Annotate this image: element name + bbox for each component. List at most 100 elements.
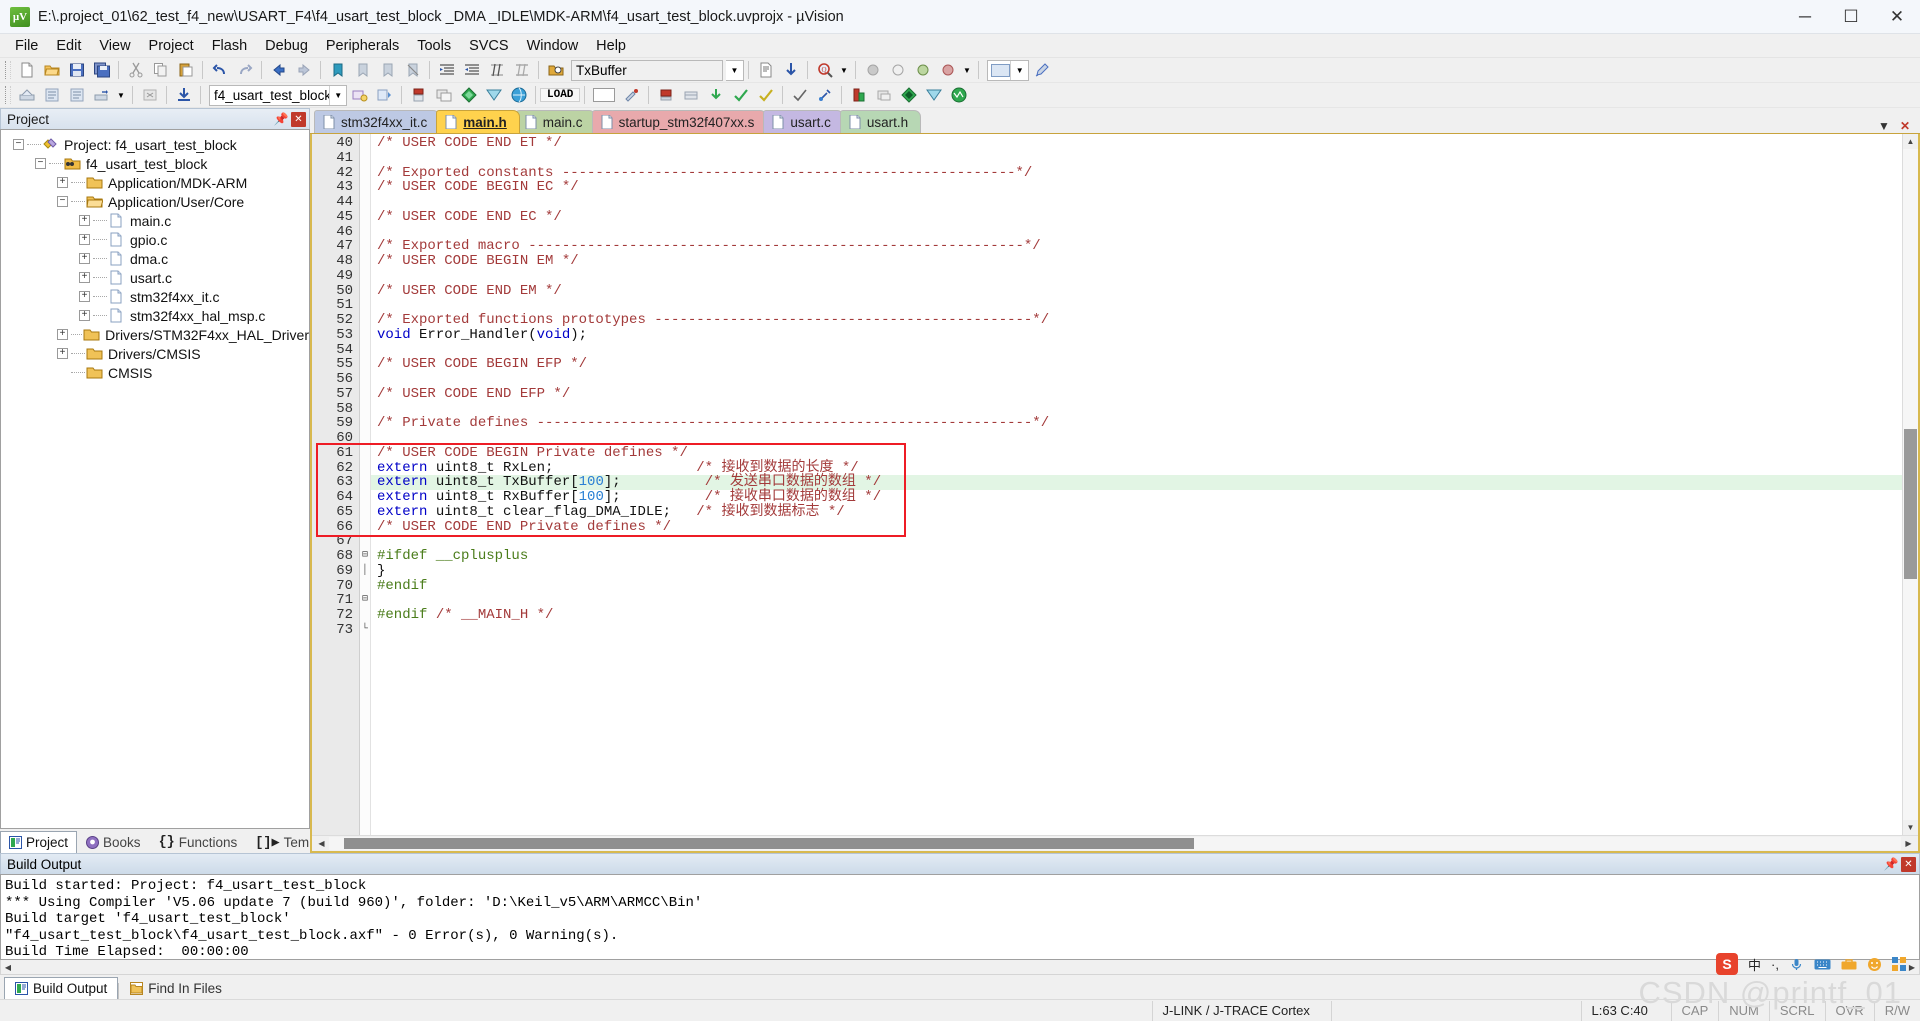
expander-icon[interactable]: − [35, 158, 46, 169]
tree-item-target[interactable]: − f4_usart_test_block [1, 154, 309, 173]
fold-marker[interactable]: ⊟ [360, 549, 370, 564]
save-icon[interactable] [65, 59, 88, 81]
find-next-icon[interactable] [779, 59, 802, 81]
code-area[interactable]: 40 41 42 43 44 45 46 47 48 49 50 51 52 53 54 55 56 57 58 59… [312, 134, 1918, 835]
menu-debug[interactable]: Debug [256, 36, 317, 56]
tab-build-output[interactable]: Build Output [4, 977, 119, 999]
expander-icon[interactable]: − [57, 196, 68, 207]
microphone-icon[interactable] [1789, 957, 1804, 972]
code-line[interactable]: /* USER CODE END ET */ [371, 136, 1902, 151]
configuration-wizard-icon[interactable] [620, 84, 643, 106]
menu-svcs[interactable]: SVCS [460, 36, 518, 56]
memory-window-icon[interactable] [679, 84, 702, 106]
code-line[interactable] [371, 402, 1902, 417]
code-line[interactable]: } [371, 563, 1902, 579]
expander-icon[interactable]: + [79, 253, 90, 264]
toolbar-grip[interactable] [5, 61, 11, 79]
tree-item-application-user-core[interactable]: − Application/User/Core [1, 192, 309, 211]
code-line[interactable]: /* Exported constants ------------------… [371, 165, 1902, 181]
debug-run-icon[interactable] [911, 59, 934, 81]
code-line[interactable]: #ifdef __cplusplus [371, 549, 1902, 564]
code-line[interactable]: void Error_Handler(void); [371, 327, 1902, 343]
ime-toolbar[interactable]: S 中 ·, [1710, 951, 1912, 977]
editor-tab-stm32f4xx-it-c[interactable]: stm32f4xx_it.c [314, 110, 441, 133]
menu-project[interactable]: Project [140, 36, 203, 56]
close-icon[interactable]: ✕ [291, 111, 306, 127]
scroll-up-arrow[interactable]: ▲ [1903, 134, 1918, 149]
back-icon[interactable] [267, 59, 290, 81]
download-flash-icon[interactable] [704, 84, 727, 106]
tree-item-application-mdk-arm[interactable]: + Application/MDK-ARM [1, 173, 309, 192]
code-line[interactable] [371, 151, 1902, 166]
tab-functions[interactable]: {} Functions [150, 831, 247, 853]
code-line[interactable]: /* USER CODE END EM */ [371, 283, 1902, 299]
translate-icon[interactable] [90, 84, 113, 106]
tree-item-project[interactable]: − Project: f4_usart_test_block [1, 135, 309, 154]
cut-icon[interactable] [124, 59, 147, 81]
code-line[interactable]: /* USER CODE BEGIN EM */ [371, 254, 1902, 269]
configure-icon[interactable] [1030, 59, 1053, 81]
toolbox-icon[interactable] [1841, 958, 1857, 971]
code-line[interactable]: /* USER CODE BEGIN Private defines */ [371, 445, 1902, 461]
tab-find-in-files[interactable]: Find In Files [119, 977, 233, 999]
debug-session-icon[interactable] [407, 84, 430, 106]
fold-marker[interactable]: └ [360, 623, 370, 638]
code-line[interactable]: extern uint8_t TxBuffer[100]; /* 发送串口数据的… [371, 475, 1902, 490]
code-line[interactable]: /* USER CODE END EC */ [371, 209, 1902, 225]
scroll-left-arrow[interactable]: ◀ [314, 837, 329, 850]
expander-icon[interactable]: + [79, 234, 90, 245]
copy-icon[interactable] [149, 59, 172, 81]
insert-bookmark-field-icon[interactable] [590, 84, 618, 106]
code-line[interactable] [371, 343, 1902, 358]
smiley-icon[interactable] [1867, 957, 1882, 972]
editor-tab-main-c[interactable]: main.c [515, 110, 596, 133]
find-icon[interactable]: Q [813, 59, 836, 81]
expander-icon[interactable]: + [79, 272, 90, 283]
undo-icon[interactable] [208, 59, 231, 81]
window-layout-dropdown-icon[interactable]: ▼ [1010, 60, 1028, 80]
scroll-down-arrow[interactable]: ▼ [1903, 820, 1918, 835]
menu-peripherals[interactable]: Peripherals [317, 36, 408, 56]
code-line[interactable]: extern uint8_t RxBuffer[100]; /* 接收串口数据的… [371, 490, 1902, 505]
wizard-tools-icon[interactable] [813, 84, 836, 106]
minimize-button[interactable]: ─ [1782, 0, 1828, 34]
grid-icon[interactable] [1892, 957, 1906, 971]
pin-icon[interactable]: 📌 [273, 111, 289, 127]
editor-tab-usart-h[interactable]: usart.h [839, 110, 922, 133]
save-all-icon[interactable] [90, 59, 113, 81]
bookmark-toggle-icon[interactable] [326, 59, 349, 81]
project-tree[interactable]: − Project: f4_usart_test_block − f4_usar… [0, 129, 310, 829]
code-line[interactable] [371, 225, 1902, 240]
manage-project-items-icon[interactable] [373, 84, 396, 106]
rebuild-icon[interactable] [40, 84, 63, 106]
packs-icon[interactable] [457, 84, 480, 106]
erase-flash-icon[interactable] [754, 84, 777, 106]
system-viewer-icon[interactable] [947, 84, 970, 106]
paste-icon[interactable] [174, 59, 197, 81]
start-debug-icon[interactable] [847, 84, 870, 106]
fold-marker[interactable]: │ [360, 564, 370, 579]
verify-flash-icon[interactable] [729, 84, 752, 106]
code-line[interactable]: /* USER CODE END EFP */ [371, 386, 1902, 402]
tree-item-drivers-hal[interactable]: + Drivers/STM32F4xx_HAL_Driver [1, 325, 309, 344]
hscroll-track[interactable] [329, 837, 1901, 850]
find-combo-dropdown-icon[interactable]: ▼ [726, 59, 744, 81]
download-icon[interactable] [172, 84, 195, 106]
bookmark-prev-icon[interactable] [351, 59, 374, 81]
code-line[interactable] [371, 593, 1902, 608]
insert-file-icon[interactable] [754, 59, 777, 81]
check-icon[interactable] [788, 84, 811, 106]
bookmark-clear-icon[interactable] [401, 59, 424, 81]
debug-stop-icon[interactable] [861, 59, 884, 81]
find-caret-icon[interactable]: ▼ [838, 59, 850, 81]
code-line[interactable]: /* USER CODE END Private defines */ [371, 519, 1902, 535]
editor-tab-main-h[interactable]: main.h [436, 110, 520, 133]
redo-icon[interactable] [233, 59, 256, 81]
code-line[interactable]: /* USER CODE BEGIN EC */ [371, 180, 1902, 195]
code-line[interactable] [371, 269, 1902, 284]
target-selector-dropdown-icon[interactable]: ▼ [329, 85, 346, 105]
menu-window[interactable]: Window [518, 36, 588, 56]
code-line[interactable]: /* Exported macro ----------------------… [371, 239, 1902, 254]
stop-debug-icon[interactable] [872, 84, 895, 106]
new-file-icon[interactable] [15, 59, 38, 81]
